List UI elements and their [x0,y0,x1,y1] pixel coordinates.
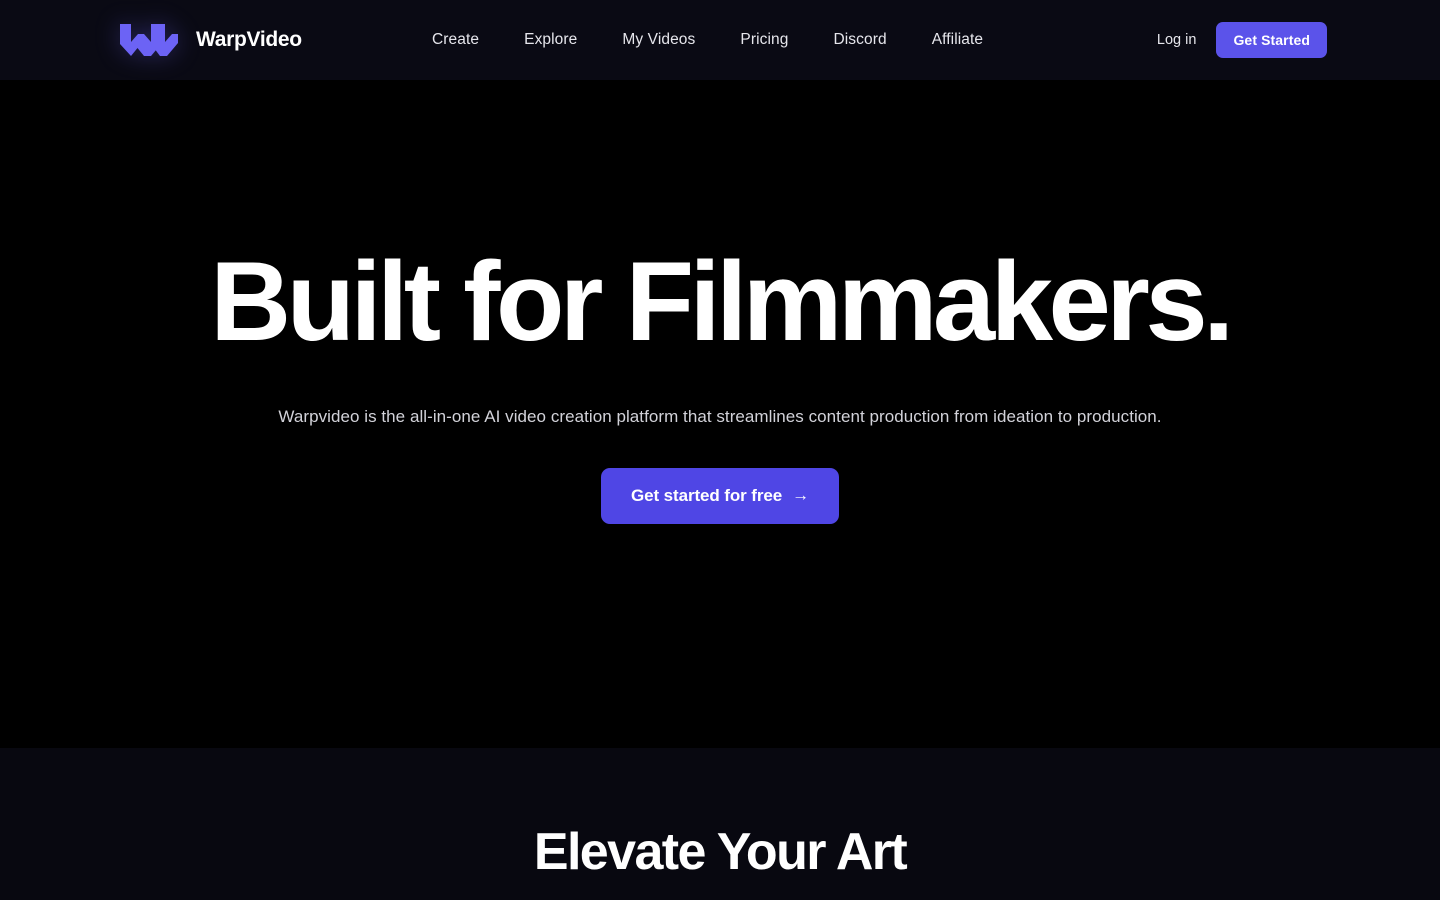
section-title: Elevate Your Art [533,823,908,881]
nav-link-pricing[interactable]: Pricing [740,25,788,55]
hero-title: Built for Filmmakers. [210,239,1234,364]
nav-link-create[interactable]: Create [432,25,479,55]
brand-logo[interactable]: WarpVideo [118,22,302,58]
get-started-free-label: Get started for free [631,485,783,505]
brand-name: WarpVideo [196,28,302,51]
nav-link-affiliate[interactable]: Affiliate [932,25,983,55]
nav-link-discord[interactable]: Discord [833,25,886,55]
hero-subtitle: Warpvideo is the all-in-one AI video cre… [278,407,1162,426]
nav-link-explore[interactable]: Explore [524,25,577,55]
header-actions: Log in Get Started [1157,22,1327,58]
get-started-button[interactable]: Get Started [1216,22,1327,58]
site-header: WarpVideo Create Explore My Videos Prici… [0,0,1440,80]
hero-section: Built for Filmmakers. Warpvideo is the a… [0,80,1440,748]
get-started-free-button[interactable]: Get started for free → [601,467,839,524]
hero-cta-container: Get started for free → [0,467,1440,524]
login-link[interactable]: Log in [1157,32,1197,48]
arrow-right-icon: → [792,485,809,505]
warp-w-logo-icon [120,24,178,56]
nav-link-my-videos[interactable]: My Videos [622,25,695,55]
landing-page: WarpVideo Create Explore My Videos Prici… [0,0,1440,900]
hero-content: Built for Filmmakers. Warpvideo is the a… [0,80,1440,524]
elevate-your-art-section: Elevate Your Art [0,748,1440,900]
main-navigation: Create Explore My Videos Pricing Discord… [432,25,983,55]
